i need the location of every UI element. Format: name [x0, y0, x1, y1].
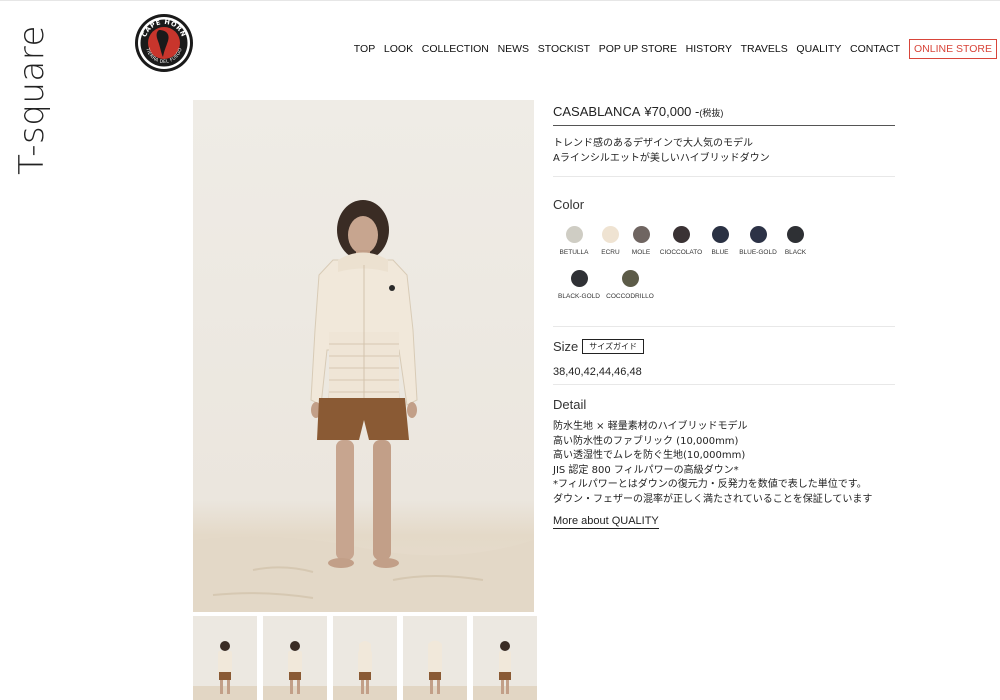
swatch-dot: [602, 226, 619, 243]
swatch-dot: [621, 270, 639, 287]
more-about-quality-link[interactable]: More about QUALITY: [553, 515, 659, 529]
swatch-mole[interactable]: MOLE: [626, 226, 656, 256]
thumbnail-front[interactable]: [193, 616, 257, 700]
description-line: トレンド感のあるデザインで大人気のモデル: [553, 138, 753, 149]
swatch-name: BLACK-GOLD: [558, 293, 600, 300]
swatch-dot: [565, 226, 583, 243]
tax-note: (税抜): [699, 108, 724, 118]
product-info: CASABLANCA ¥70,000 -(税抜) トレンド感のあるデザインで大人気…: [553, 100, 895, 529]
swatch-name: BLUE: [711, 249, 729, 256]
swatch-name: ECRU: [601, 249, 620, 256]
nav-look[interactable]: LOOK: [384, 43, 413, 55]
swatch-name: COCCODRILLO: [606, 293, 654, 300]
nav-news[interactable]: NEWS: [498, 43, 530, 55]
swatch-dot: [749, 226, 767, 243]
swatch-blue-gold[interactable]: BLUE-GOLD: [734, 226, 782, 256]
swatch-name: BLACK: [784, 249, 807, 256]
color-label: Color: [553, 197, 585, 212]
size-section: Size サイズガイド 38,40,42,44,46,48: [553, 339, 895, 385]
thumbnail-side[interactable]: [333, 616, 397, 700]
description-line: Aラインシルエットが美しいハイブリッドダウン: [553, 153, 770, 164]
nav-quality[interactable]: QUALITY: [796, 43, 841, 55]
thumbnail-back[interactable]: [403, 616, 467, 700]
detail-line: *フィルパワーとはダウンの復元力・反発力を数値で表した単位です。: [553, 479, 867, 490]
product-price: ¥70,000 -: [644, 104, 700, 119]
detail-section: Detail 防水生地 × 軽量素材のハイブリッドモデル 高い防水性のファブリッ…: [553, 397, 895, 529]
detail-label: Detail: [553, 397, 587, 412]
color-swatches: BETULLA ECRU MOLE CIOCCOLATO BLUE BLUE-G…: [553, 226, 853, 314]
detail-line: 高い防水性のファブリック (10,000mm): [553, 435, 739, 447]
swatch-dot: [711, 226, 729, 243]
product-description: トレンド感のあるデザインで大人気のモデル Aラインシルエットが美しいハイブリッド…: [553, 136, 895, 177]
cape-horn-logo[interactable]: CAPE HORN TIERRA DEL FUEGO: [134, 13, 194, 73]
swatch-name: BETULLA: [559, 249, 589, 256]
size-guide-button[interactable]: サイズガイド: [582, 339, 645, 354]
nav-contact[interactable]: CONTACT: [850, 43, 900, 55]
nav-collection[interactable]: COLLECTION: [422, 43, 489, 55]
thumbnail-front-2[interactable]: [263, 616, 327, 700]
nav-history[interactable]: HISTORY: [686, 43, 732, 55]
swatch-dot: [632, 226, 650, 243]
swatch-blue[interactable]: BLUE: [706, 226, 734, 256]
product-name: CASABLANCA: [553, 104, 641, 119]
swatch-name: CIOCCOLATO: [659, 249, 703, 256]
nav-travels[interactable]: TRAVELS: [741, 43, 788, 55]
nav-stockist[interactable]: STOCKIST: [538, 43, 590, 55]
main-nav: TOP LOOK COLLECTION NEWS STOCKIST POP UP…: [345, 39, 1000, 59]
nav-pop-up-store[interactable]: POP UP STORE: [599, 43, 677, 55]
swatch-name: BLUE-GOLD: [739, 249, 777, 256]
color-section: Color BETULLA ECRU MOLE CIOCCOLATO BLUE …: [553, 197, 895, 327]
brand-name: T-square: [12, 25, 52, 175]
size-values: 38,40,42,44,46,48: [553, 366, 642, 378]
size-header: Size サイズガイド: [553, 339, 895, 354]
product-title-row: CASABLANCA ¥70,000 -(税抜): [553, 100, 895, 126]
swatch-ecru[interactable]: ECRU: [595, 226, 626, 256]
swatch-dot: [570, 270, 588, 287]
swatch-black-gold[interactable]: BLACK-GOLD: [553, 270, 605, 300]
swatch-cioccolato[interactable]: CIOCCOLATO: [656, 226, 706, 256]
swatch-coccodrillo[interactable]: COCCODRILLO: [605, 270, 655, 300]
top-border: [0, 0, 1000, 3]
detail-line: JIS 認定 800 フィルパワーの高級ダウン*: [553, 464, 739, 476]
swatch-dot: [787, 226, 804, 243]
detail-line: 高い透湿性でムレを防ぐ生地(10,000mm): [553, 450, 746, 461]
size-label: Size: [553, 339, 579, 354]
product-thumbnails: [193, 616, 538, 700]
online-store-button[interactable]: ONLINE STORE: [909, 39, 997, 59]
detail-list: 防水生地 × 軽量素材のハイブリッドモデル 高い防水性のファブリック (10,0…: [553, 420, 895, 507]
product-main-photo[interactable]: [193, 100, 534, 612]
thumbnail-side-2[interactable]: [473, 616, 537, 700]
detail-line: 防水生地 × 軽量素材のハイブリッドモデル: [553, 421, 748, 432]
swatch-name: MOLE: [631, 249, 651, 256]
brand-wordmark[interactable]: T-square: [12, 25, 52, 175]
swatch-black[interactable]: BLACK: [782, 226, 809, 256]
nav-top[interactable]: TOP: [354, 43, 375, 55]
swatch-betulla[interactable]: BETULLA: [553, 226, 595, 256]
detail-line: ダウン・フェザーの混率が正しく満たされていることを保証しています: [553, 493, 873, 505]
swatch-dot: [672, 226, 690, 243]
